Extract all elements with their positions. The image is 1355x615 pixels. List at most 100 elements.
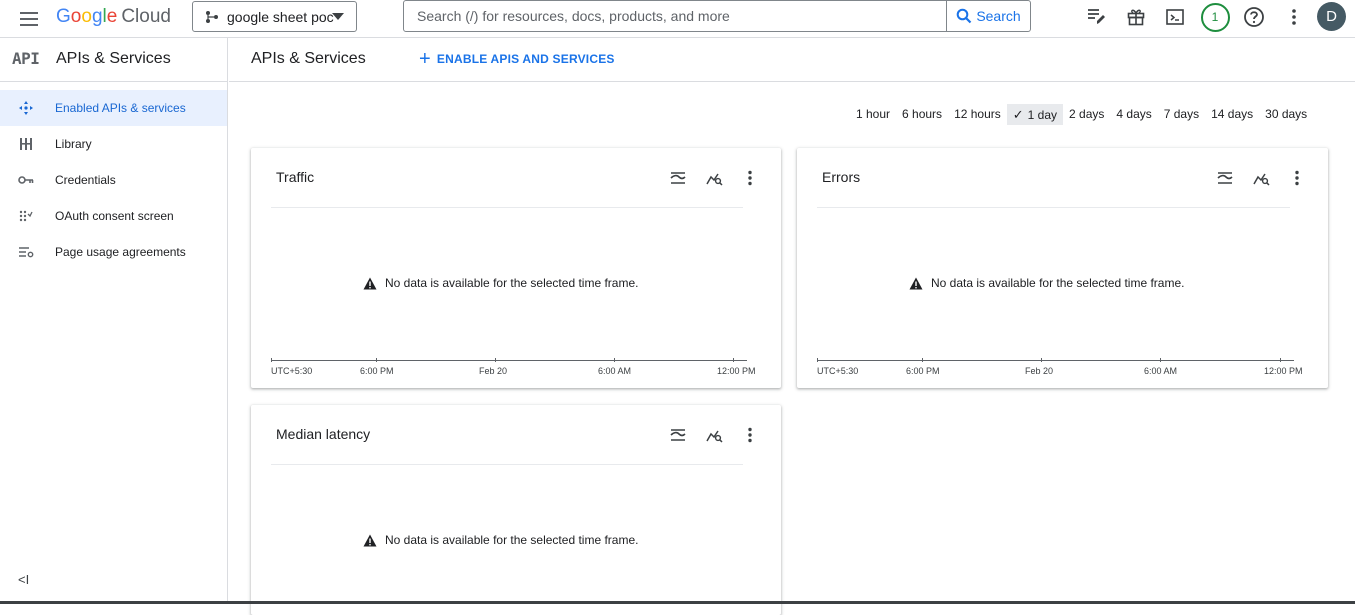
no-data-text: No data is available for the selected ti…	[385, 533, 639, 547]
timeframe-option[interactable]: 12 hours	[948, 104, 1007, 125]
x-axis-tick	[614, 358, 615, 362]
help-icon	[1244, 7, 1264, 27]
top-bar: GoogleCloud google sheet poc Search 1 D	[0, 0, 1355, 38]
explore-chart-icon	[1252, 171, 1270, 186]
sidebar-title: APIs & Services	[56, 50, 171, 67]
timeframe-option[interactable]: 2 days	[1063, 104, 1110, 125]
legend-icon	[1217, 171, 1233, 185]
cloud-shell-button[interactable]	[1161, 3, 1189, 31]
timeframe-option[interactable]: 14 days	[1205, 104, 1259, 125]
sidebar-item-oauth-consent[interactable]: OAuth consent screen	[0, 198, 227, 234]
main-header: APIs & Services + ENABLE APIS AND SERVIC…	[229, 38, 1355, 82]
timeframe-option[interactable]: 6 hours	[896, 104, 948, 125]
consent-dots-icon	[18, 208, 34, 224]
traffic-card: Traffic No data is available for the sel…	[251, 148, 781, 388]
api-logo-icon: API	[12, 49, 40, 68]
median-latency-card: Median latency No data is available for …	[251, 405, 781, 615]
sidebar-item-enabled-apis[interactable]: Enabled APIs & services	[0, 90, 227, 126]
project-hierarchy-icon	[206, 10, 218, 23]
errors-card: Errors No data is available for the sele…	[797, 148, 1328, 388]
x-axis-tick-label: 12:00 PM	[1264, 366, 1303, 376]
x-axis-tick	[1280, 358, 1281, 362]
collapse-sidebar-button[interactable]: <I	[18, 572, 29, 587]
chart-x-axis	[817, 360, 1294, 361]
explore-chart-button[interactable]	[1250, 167, 1272, 189]
warning-icon	[363, 534, 377, 547]
explore-chart-icon	[705, 171, 723, 186]
more-options-button[interactable]	[1280, 3, 1308, 31]
sidebar: API APIs & Services Enabled APIs & servi…	[0, 38, 228, 604]
card-more-button[interactable]	[739, 167, 761, 189]
legend-toggle-button[interactable]	[1214, 167, 1236, 189]
timeframe-option[interactable]: 4 days	[1110, 104, 1157, 125]
plus-icon: +	[419, 48, 431, 70]
card-title: Median latency	[276, 426, 371, 442]
timeframe-selector: 1 hour 6 hours 12 hours ✓ 1 day 2 days 4 …	[850, 104, 1313, 125]
gift-button[interactable]	[1122, 3, 1150, 31]
x-axis-tick-label: 6:00 PM	[360, 366, 394, 376]
x-axis-tick	[733, 358, 734, 362]
explore-chart-button[interactable]	[703, 424, 725, 446]
card-more-button[interactable]	[739, 424, 761, 446]
project-picker[interactable]: google sheet poc	[192, 1, 357, 32]
check-icon: ✓	[1012, 107, 1024, 122]
hamburger-menu-icon	[20, 12, 38, 26]
notes-icon	[1088, 9, 1105, 24]
enable-apis-button[interactable]: + ENABLE APIS AND SERVICES	[419, 48, 615, 70]
notes-button[interactable]	[1082, 3, 1110, 31]
legend-toggle-button[interactable]	[667, 424, 689, 446]
no-data-text: No data is available for the selected ti…	[931, 276, 1185, 290]
sidebar-item-label: Enabled APIs & services	[55, 101, 186, 115]
timeframe-option[interactable]: 1 hour	[850, 104, 896, 125]
google-cloud-logo[interactable]: Google Cloud	[56, 6, 171, 28]
card-toolbar	[667, 424, 761, 446]
warning-icon	[909, 277, 923, 290]
search-box: Search	[403, 0, 1031, 32]
x-axis-tick-label: 6:00 AM	[598, 366, 632, 376]
x-axis-tick-label: 12:00 PM	[717, 366, 756, 376]
x-axis-tick-label: Feb 20	[479, 366, 508, 376]
search-button[interactable]: Search	[946, 1, 1030, 31]
card-divider	[271, 464, 743, 465]
notifications-button[interactable]: 1	[1199, 1, 1231, 33]
notification-count-badge: 1	[1200, 2, 1230, 32]
card-more-button[interactable]	[1286, 167, 1308, 189]
card-toolbar	[1214, 167, 1308, 189]
warning-icon	[363, 277, 377, 290]
project-name: google sheet poc	[227, 8, 334, 25]
explore-chart-button[interactable]	[703, 167, 725, 189]
timeframe-option[interactable]: 30 days	[1259, 104, 1313, 125]
no-data-message: No data is available for the selected ti…	[363, 276, 638, 290]
x-axis-tick	[376, 358, 377, 362]
no-data-text: No data is available for the selected ti…	[385, 276, 639, 290]
legend-icon	[670, 428, 686, 442]
more-vert-icon	[747, 170, 753, 186]
account-avatar[interactable]: D	[1317, 2, 1346, 31]
explore-chart-icon	[705, 428, 723, 443]
sidebar-item-credentials[interactable]: Credentials	[0, 162, 227, 198]
legend-toggle-button[interactable]	[667, 167, 689, 189]
chart-x-axis	[271, 360, 747, 361]
sidebar-item-library[interactable]: Library	[0, 126, 227, 162]
card-toolbar	[667, 167, 761, 189]
more-vert-icon	[1292, 9, 1296, 25]
sidebar-item-label: OAuth consent screen	[55, 209, 174, 223]
x-axis-tick-label: 6:00 AM	[1144, 366, 1178, 376]
list-settings-icon	[18, 244, 34, 260]
sidebar-header: API APIs & Services	[0, 38, 227, 82]
timeframe-selected-label: 1 day	[1027, 108, 1058, 122]
key-icon	[18, 172, 34, 188]
chevron-down-icon	[332, 13, 344, 20]
help-button[interactable]	[1240, 3, 1268, 31]
main-menu-button[interactable]	[16, 6, 42, 32]
timeframe-option-selected[interactable]: ✓ 1 day	[1006, 104, 1064, 125]
search-input[interactable]	[404, 1, 946, 31]
x-axis-tick	[495, 358, 496, 362]
card-divider	[271, 207, 743, 208]
sidebar-nav: Enabled APIs & services Library Credenti…	[0, 90, 227, 270]
x-axis-tick	[271, 358, 272, 362]
timeframe-option[interactable]: 7 days	[1158, 104, 1205, 125]
sidebar-item-page-usage-agreements[interactable]: Page usage agreements	[0, 234, 227, 270]
card-title: Errors	[822, 169, 861, 185]
sidebar-item-label: Page usage agreements	[55, 245, 186, 259]
